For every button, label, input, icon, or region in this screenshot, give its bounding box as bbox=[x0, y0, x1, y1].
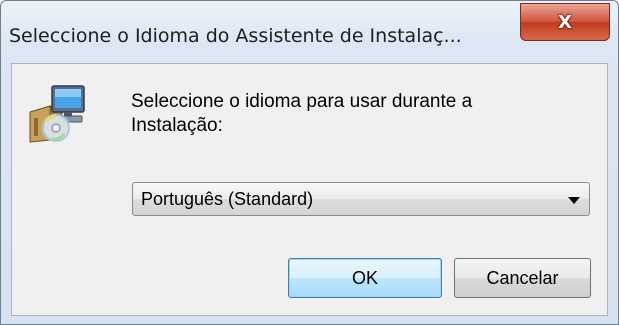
title-bar[interactable]: Seleccione o Idioma do Assistente de Ins… bbox=[1, 1, 618, 57]
installer-computer-cd-icon bbox=[29, 85, 85, 143]
ok-button[interactable]: OK bbox=[288, 258, 442, 298]
window-title: Seleccione o Idioma do Assistente de Ins… bbox=[9, 25, 462, 47]
prompt-line-2: Instalação: bbox=[131, 115, 223, 136]
language-dropdown[interactable]: Português (Standard) bbox=[132, 182, 590, 216]
close-icon: X bbox=[558, 11, 572, 33]
dialog-body: Seleccione o idioma para usar durante a … bbox=[11, 63, 608, 316]
language-dropdown-value: Português (Standard) bbox=[141, 189, 314, 209]
language-prompt: Seleccione o idioma para usar durante a … bbox=[131, 90, 571, 138]
cancel-button[interactable]: Cancelar bbox=[454, 258, 591, 298]
prompt-line-1: Seleccione o idioma para usar durante a bbox=[131, 91, 473, 112]
close-button[interactable]: X bbox=[520, 3, 610, 41]
setup-language-dialog: Seleccione o Idioma do Assistente de Ins… bbox=[0, 0, 619, 325]
chevron-down-icon bbox=[568, 197, 580, 204]
